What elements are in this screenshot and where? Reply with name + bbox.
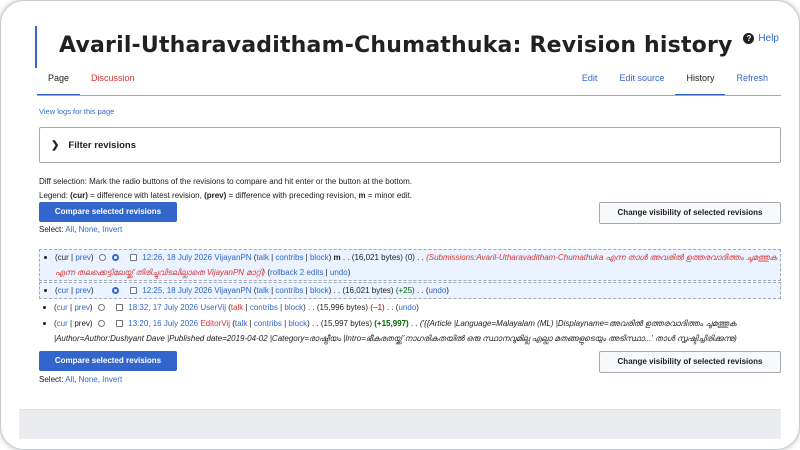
select-invert-link[interactable]: Invert <box>102 225 122 234</box>
cur-label: cur <box>57 253 69 262</box>
select-label: Select: <box>39 375 66 384</box>
revision-row: (cur | prev) 18:32, 17 July 2026 UserVij… <box>39 300 781 315</box>
view-logs-link[interactable]: View logs for this page <box>39 107 114 116</box>
cur-link[interactable]: cur <box>58 286 69 295</box>
select-invert-link[interactable]: Invert <box>102 375 122 384</box>
user-block-link[interactable]: block <box>310 286 329 295</box>
tab-discussion[interactable]: Discussion <box>80 71 146 96</box>
rollback-link[interactable]: rollback 2 edits <box>270 268 323 277</box>
help-label: Help <box>758 33 779 44</box>
change-visibility-button-top[interactable]: Change visibility of selected revisions <box>599 202 781 224</box>
window-frame: Avaril-Utharavaditham-Chumathuka: Revisi… <box>0 0 800 450</box>
user-link[interactable]: UserVij <box>200 303 226 312</box>
size-diff: (0) <box>405 253 415 262</box>
select-controls-bottom: Select: All, None, Invert <box>39 375 122 384</box>
legend-minor: m <box>358 191 366 200</box>
undo-link[interactable]: undo <box>429 286 447 295</box>
revision-checkbox[interactable] <box>130 254 138 261</box>
compare-revisions-button-bottom[interactable]: Compare selected revisions <box>39 351 177 371</box>
user-contribs-link[interactable]: contribs <box>275 286 303 295</box>
legend-prev-text: = difference with preceding revision, <box>226 191 359 200</box>
user-contribs-link[interactable]: contribs <box>254 319 282 328</box>
revision-date-link[interactable]: 13:20, 16 July 2026 <box>128 319 198 328</box>
filter-revisions-toggle[interactable]: ❯ Filter revisions <box>39 127 781 163</box>
minor-edit-flag: m <box>333 253 341 262</box>
diff-radio-old[interactable] <box>97 304 105 311</box>
revision-list: (cur | prev) 12:26, 18 July 2026 Vijayan… <box>39 249 781 347</box>
user-talk-link[interactable]: talk <box>231 303 243 312</box>
size-diff: (−1) <box>370 303 385 312</box>
revision-date-link[interactable]: 12:26, 18 July 2026 <box>142 253 212 262</box>
select-none-link[interactable]: None <box>79 225 98 234</box>
legend-minor-text: = minor edit. <box>365 191 413 200</box>
select-controls-top: Select: All, None, Invert <box>39 225 122 234</box>
revision-checkbox[interactable] <box>116 304 124 311</box>
filter-revisions-label: Filter revisions <box>68 139 136 151</box>
select-none-link[interactable]: None <box>79 375 98 384</box>
cur-link[interactable]: cur <box>57 319 68 328</box>
tab-edit-source[interactable]: Edit source <box>608 71 675 96</box>
undo-link[interactable]: undo <box>330 268 348 277</box>
page-content: Avaril-Utharavaditham-Chumathuka: Revisi… <box>19 11 781 409</box>
select-label: Select: <box>39 225 66 234</box>
user-block-link[interactable]: block <box>288 319 307 328</box>
prev-link[interactable]: prev <box>74 303 90 312</box>
diff-radio-new[interactable] <box>111 287 119 294</box>
user-talk-link[interactable]: talk <box>235 319 247 328</box>
select-all-link[interactable]: All <box>65 225 74 234</box>
chevron-right-icon: ❯ <box>51 139 60 151</box>
diff-selection-text: Diff selection: Mark the radio buttons o… <box>39 177 412 186</box>
size-diff: (+15,997) <box>374 319 409 328</box>
revision-row: (cur | prev) 12:25, 18 July 2026 Vijayan… <box>39 282 781 299</box>
help-icon: ? <box>743 33 755 44</box>
view-tabs: Edit Edit source History Refresh <box>571 71 779 96</box>
user-block-link[interactable]: block <box>284 303 303 312</box>
revision-size: (16,021 bytes) <box>342 286 394 295</box>
prev-link[interactable]: prev <box>75 253 91 262</box>
select-all-link[interactable]: All <box>65 375 74 384</box>
change-visibility-button-bottom[interactable]: Change visibility of selected revisions <box>599 351 781 373</box>
page-footer-band <box>19 409 781 439</box>
tab-history[interactable]: History <box>675 71 726 96</box>
user-link[interactable]: EditorVij <box>200 319 230 328</box>
page-title: Avaril-Utharavaditham-Chumathuka: Revisi… <box>59 33 733 58</box>
revision-size: (16,021 bytes) <box>351 253 403 262</box>
revision-row: (cur | prev) 12:26, 18 July 2026 Vijayan… <box>39 249 781 281</box>
user-contribs-link[interactable]: contribs <box>250 303 278 312</box>
revision-row: (cur | prev) 13:20, 16 July 2026 EditorV… <box>39 316 781 346</box>
user-talk-link[interactable]: talk <box>256 253 268 262</box>
diff-radio-old[interactable] <box>98 254 106 261</box>
user-talk-link[interactable]: talk <box>256 286 268 295</box>
revision-checkbox[interactable] <box>116 320 124 327</box>
revision-size: (15,996 bytes) <box>316 303 368 312</box>
user-link[interactable]: VijayanPN <box>214 286 251 295</box>
prev-label: prev <box>74 319 90 328</box>
compare-revisions-button-top[interactable]: Compare selected revisions <box>39 202 177 222</box>
tabs-divider <box>37 95 781 96</box>
revision-date-link[interactable]: 12:25, 18 July 2026 <box>142 286 212 295</box>
legend-cur-text: = difference with latest revision, <box>87 191 205 200</box>
tab-page[interactable]: Page <box>37 71 81 96</box>
revision-size: (15,997 bytes) <box>320 319 373 328</box>
cur-link[interactable]: cur <box>57 303 68 312</box>
revision-date-link[interactable]: 18:32, 17 July 2026 <box>128 303 198 312</box>
undo-link[interactable]: undo <box>398 303 416 312</box>
namespace-tabs: Page Discussion <box>37 71 146 96</box>
legend-prefix: Legend: <box>39 191 71 200</box>
size-diff: (+25) <box>395 286 415 295</box>
user-contribs-link[interactable]: contribs <box>275 253 303 262</box>
legend-prev: (prev) <box>204 191 227 200</box>
legend-cur: (cur) <box>70 191 88 200</box>
diff-radio-new[interactable] <box>111 254 119 261</box>
prev-link[interactable]: prev <box>75 286 91 295</box>
diff-radio-old[interactable] <box>97 320 105 327</box>
user-block-link[interactable]: block <box>310 253 329 262</box>
tab-refresh[interactable]: Refresh <box>725 71 779 96</box>
tab-edit[interactable]: Edit <box>571 71 609 96</box>
page-title-block: Avaril-Utharavaditham-Chumathuka: Revisi… <box>35 26 733 68</box>
revision-checkbox[interactable] <box>130 287 138 294</box>
user-link[interactable]: VijayanPN <box>214 253 251 262</box>
legend-text: Legend: (cur) = difference with latest r… <box>39 191 412 200</box>
help-link[interactable]: ? Help <box>743 33 779 44</box>
